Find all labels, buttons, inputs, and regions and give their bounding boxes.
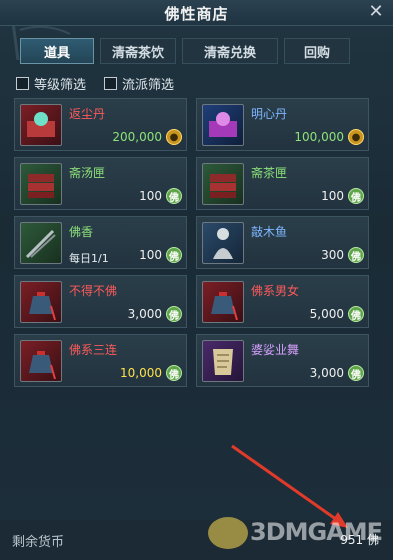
red-arrow-annotation: [231, 444, 348, 528]
shop-window: 佛性商店 ✕ 道具 清斋茶饮 清斋兑换 回购 等级筛选 流派筛选 返尘丹 200…: [0, 0, 393, 560]
watermark-text: 3DMGAME: [250, 518, 383, 546]
